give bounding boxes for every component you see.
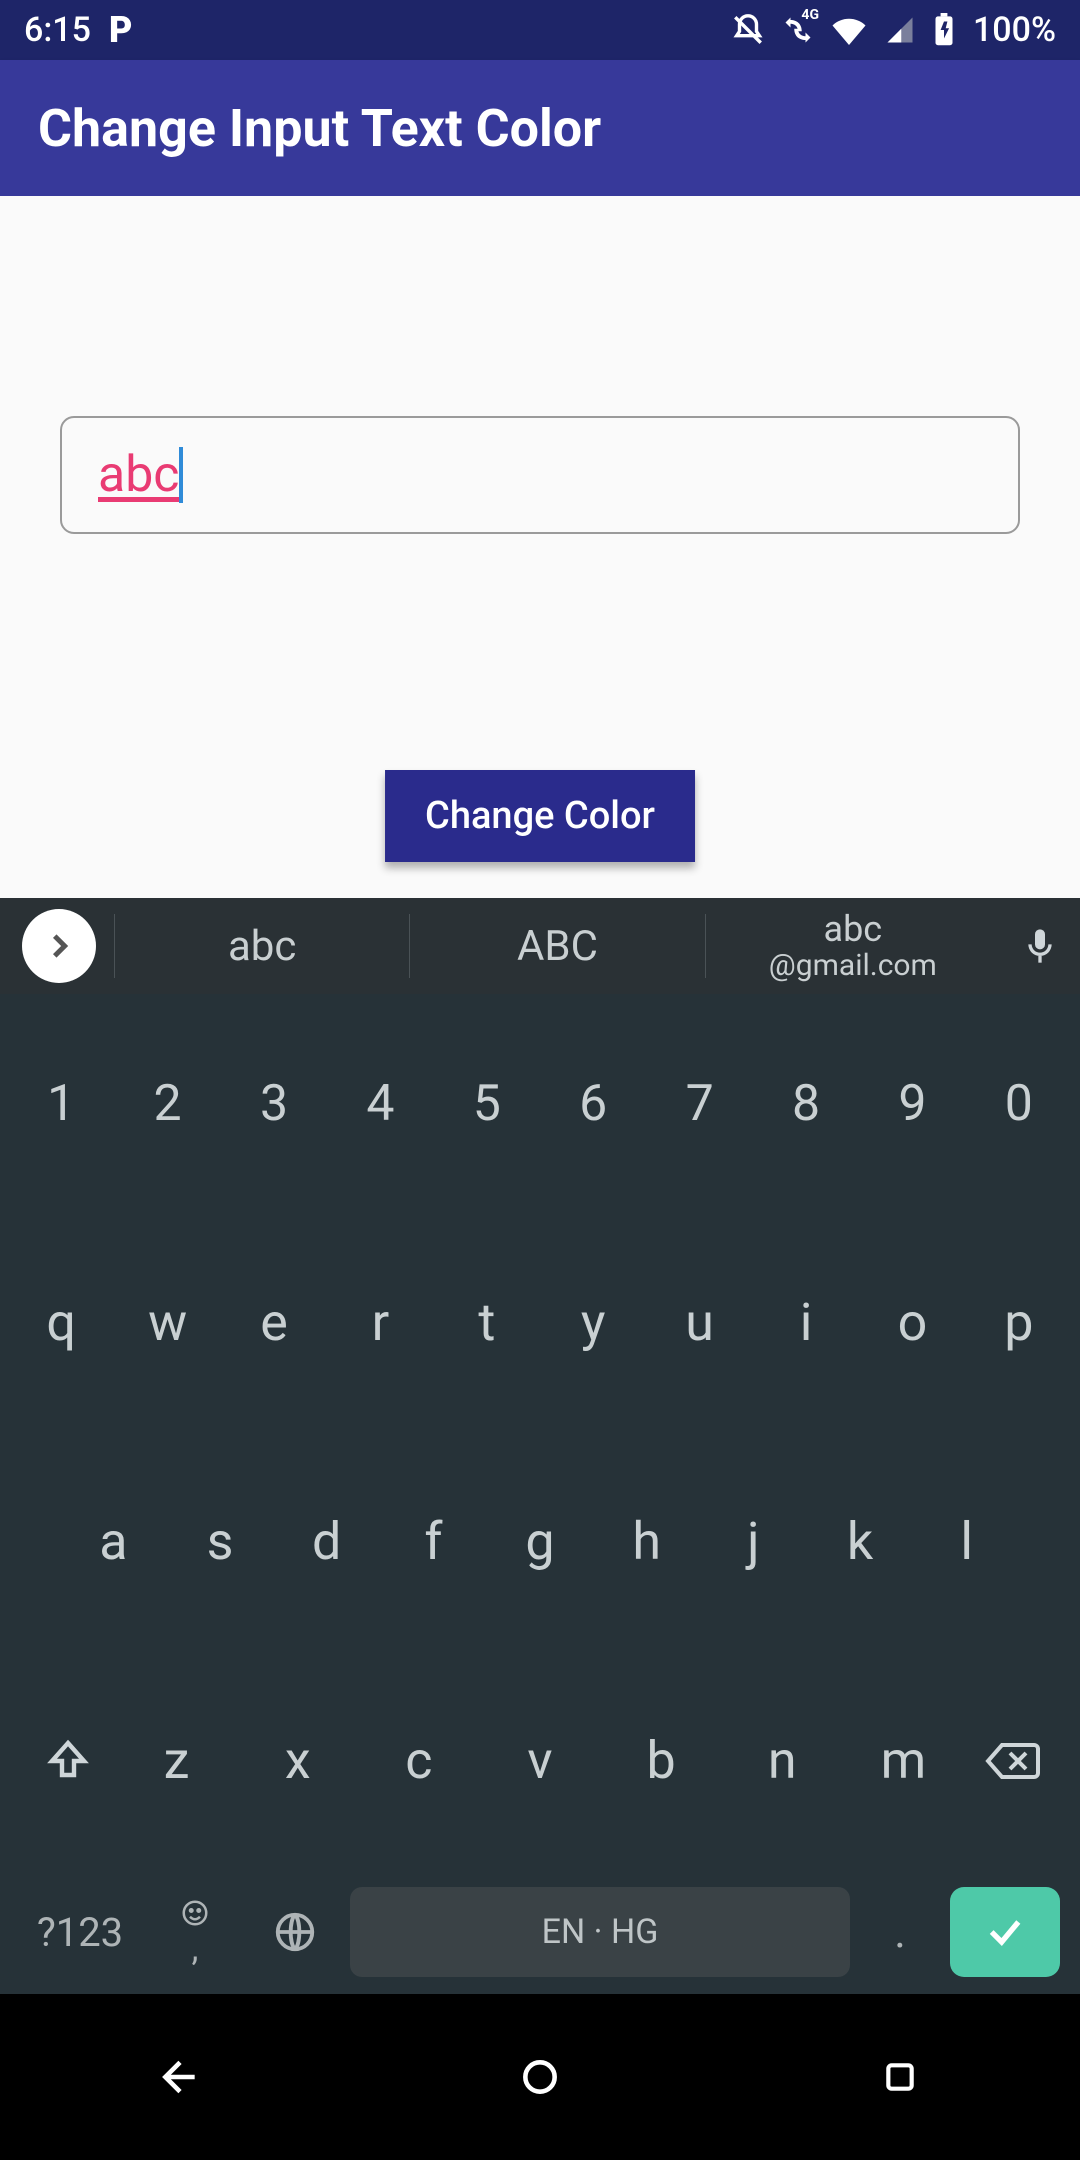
key-p[interactable]: p <box>966 1292 1072 1353</box>
suggestion-2[interactable]: ABC <box>409 914 704 978</box>
letter-row-2: a s d f g h j k l <box>0 1432 1080 1651</box>
phone-4g-icon: 4G <box>783 15 813 45</box>
key-h[interactable]: h <box>593 1511 700 1572</box>
key-3[interactable]: 3 <box>221 1075 327 1133</box>
key-m[interactable]: m <box>843 1730 964 1791</box>
key-o[interactable]: o <box>859 1292 965 1353</box>
pandora-icon: P <box>109 9 132 51</box>
enter-key[interactable] <box>950 1887 1060 1977</box>
letter-row-1: q w e r t y u i o p <box>0 1213 1080 1432</box>
key-f[interactable]: f <box>380 1511 487 1572</box>
suggestion-1[interactable]: abc <box>114 914 409 978</box>
key-z[interactable]: z <box>116 1730 237 1791</box>
text-input[interactable]: abc <box>60 416 1020 534</box>
key-e[interactable]: e <box>221 1292 327 1353</box>
space-key[interactable]: EN · HG <box>350 1887 850 1977</box>
suggestion-bar: abc ABC abc @gmail.com <box>0 898 1080 994</box>
key-x[interactable]: x <box>237 1730 358 1791</box>
key-c[interactable]: c <box>358 1730 479 1791</box>
suggestion-3-top: abc <box>824 910 883 950</box>
key-2[interactable]: 2 <box>114 1075 220 1133</box>
key-0[interactable]: 0 <box>966 1075 1072 1133</box>
nav-home-button[interactable] <box>480 2041 600 2113</box>
nav-recents-button[interactable] <box>840 2041 960 2113</box>
backspace-key[interactable] <box>964 1740 1060 1782</box>
key-i[interactable]: i <box>753 1292 859 1353</box>
battery-charging-icon <box>933 13 955 47</box>
text-cursor <box>179 447 183 503</box>
key-k[interactable]: k <box>807 1511 914 1572</box>
content-area: abc Change Color <box>0 196 1080 898</box>
dnd-off-icon <box>731 13 765 47</box>
number-row: 1 2 3 4 5 6 7 8 9 0 <box>0 994 1080 1213</box>
key-y[interactable]: y <box>540 1292 646 1353</box>
key-7[interactable]: 7 <box>646 1075 752 1133</box>
bottom-row: ?123 , EN · HG . <box>0 1870 1080 1994</box>
key-u[interactable]: u <box>646 1292 752 1353</box>
key-j[interactable]: j <box>700 1511 807 1572</box>
key-q[interactable]: q <box>8 1292 114 1353</box>
status-bar: 6:15 P 4G 100% <box>0 0 1080 60</box>
text-input-value: abc <box>98 446 179 504</box>
key-t[interactable]: t <box>434 1292 540 1353</box>
key-5[interactable]: 5 <box>434 1075 540 1133</box>
wifi-icon <box>831 15 867 45</box>
language-key[interactable] <box>250 1887 340 1977</box>
period-key[interactable]: . <box>860 1887 940 1977</box>
key-a[interactable]: a <box>60 1511 167 1572</box>
battery-percent: 100% <box>973 10 1056 50</box>
key-1[interactable]: 1 <box>8 1075 114 1133</box>
suggestion-3[interactable]: abc @gmail.com <box>705 914 1000 978</box>
voice-input-button[interactable] <box>1000 926 1080 966</box>
key-n[interactable]: n <box>722 1730 843 1791</box>
soft-keyboard: abc ABC abc @gmail.com 1 2 3 4 5 6 7 8 9… <box>0 898 1080 1994</box>
key-8[interactable]: 8 <box>753 1075 859 1133</box>
signal-icon <box>885 15 915 45</box>
status-time: 6:15 <box>24 10 91 50</box>
key-d[interactable]: d <box>273 1511 380 1572</box>
key-4[interactable]: 4 <box>327 1075 433 1133</box>
key-6[interactable]: 6 <box>540 1075 646 1133</box>
app-bar: Change Input Text Color <box>0 60 1080 196</box>
emoji-icon <box>180 1898 210 1928</box>
key-l[interactable]: l <box>913 1511 1020 1572</box>
comma-label: , <box>192 1932 199 1966</box>
key-r[interactable]: r <box>327 1292 433 1353</box>
symbols-key[interactable]: ?123 <box>20 1887 140 1977</box>
key-b[interactable]: b <box>601 1730 722 1791</box>
change-color-button[interactable]: Change Color <box>385 770 695 862</box>
shift-key[interactable] <box>20 1737 116 1785</box>
expand-suggestions-button[interactable] <box>22 909 96 983</box>
key-w[interactable]: w <box>114 1292 220 1353</box>
suggestion-3-bottom: @gmail.com <box>769 949 937 982</box>
letter-row-3: z x c v b n m <box>0 1651 1080 1870</box>
key-9[interactable]: 9 <box>859 1075 965 1133</box>
key-g[interactable]: g <box>487 1511 594 1572</box>
nav-back-button[interactable] <box>120 2041 240 2113</box>
app-title: Change Input Text Color <box>38 98 601 159</box>
navigation-bar <box>0 1994 1080 2160</box>
key-s[interactable]: s <box>167 1511 274 1572</box>
key-v[interactable]: v <box>479 1730 600 1791</box>
emoji-key[interactable]: , <box>150 1887 240 1977</box>
